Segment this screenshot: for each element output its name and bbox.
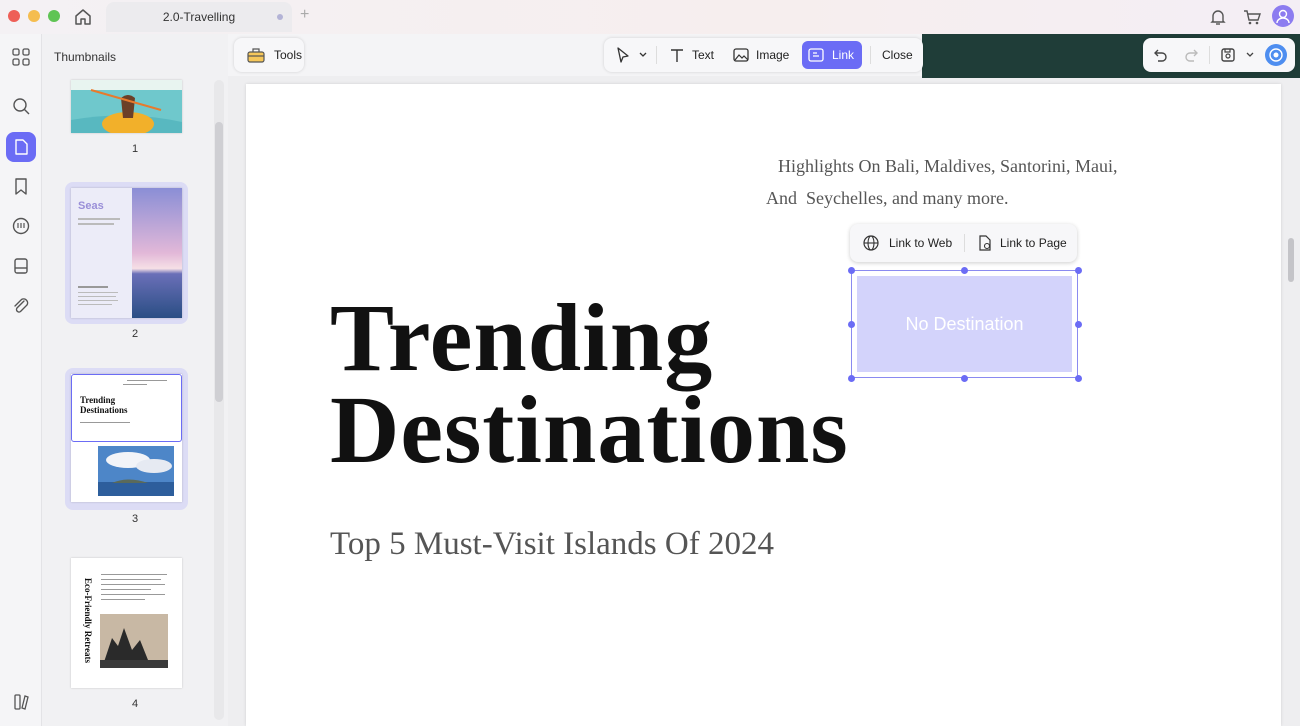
resize-handle[interactable] <box>1075 375 1082 382</box>
close-edit-label: Close <box>882 48 913 62</box>
thumbnail-number: 3 <box>131 513 139 525</box>
layers-icon[interactable] <box>10 691 32 713</box>
page-title: Trending Destinations <box>330 284 849 483</box>
document-tab[interactable]: 2.0-Travelling <box>106 2 292 32</box>
left-rail <box>0 34 42 726</box>
thumbnail-heading: Destinations <box>80 405 128 415</box>
link-icon <box>808 48 824 62</box>
notification-icon[interactable] <box>1207 6 1229 28</box>
scrollbar-thumb[interactable] <box>215 122 223 402</box>
thumbnail-page-1[interactable] <box>71 80 182 133</box>
rocks-photo <box>100 614 168 668</box>
highlights-line-2: And Seychelles, and many more. <box>766 188 1009 208</box>
close-edit-button[interactable]: Close <box>876 41 918 69</box>
select-tool-button[interactable] <box>610 41 652 69</box>
text-icon <box>671 49 683 62</box>
link-destination-placeholder: No Destination <box>905 314 1024 334</box>
page-scrollbar[interactable] <box>1288 238 1294 282</box>
resize-handle[interactable] <box>1075 267 1082 274</box>
link-to-page-button[interactable]: Link to Page <box>970 229 1072 257</box>
resize-handle[interactable] <box>848 267 855 274</box>
highlights-text: Highlights On Bali, Maldives, Santorini,… <box>766 150 1146 214</box>
document-page[interactable]: Highlights On Bali, Maldives, Santorini,… <box>246 84 1281 726</box>
edit-toolbar: Text Image Link Close <box>604 38 923 72</box>
link-to-web-label: Link to Web <box>889 236 953 250</box>
tools-label: Tools <box>274 48 303 62</box>
undo-icon[interactable] <box>1151 46 1169 64</box>
page-icon <box>10 136 32 158</box>
text-tool-label: Text <box>692 48 715 62</box>
kayak-photo <box>71 80 182 133</box>
chevron-down-icon[interactable] <box>1245 51 1255 59</box>
save-icon[interactable] <box>1219 46 1237 64</box>
resize-handle[interactable] <box>961 375 968 382</box>
page-subtitle: Top 5 Must-Visit Islands Of 2024 <box>330 526 774 562</box>
thumbnail-heading: Eco-Friendly Retreats <box>83 578 93 664</box>
minimize-window-button[interactable] <box>28 10 40 22</box>
redo-icon[interactable] <box>1183 46 1201 64</box>
resize-handle[interactable] <box>848 321 855 328</box>
title-line-2: Destinations <box>330 376 849 483</box>
comment-icon[interactable] <box>10 215 32 237</box>
globe-icon <box>863 235 879 251</box>
new-tab-button[interactable]: + <box>300 6 309 24</box>
grid-icon[interactable] <box>10 46 32 68</box>
link-to-web-button[interactable]: Link to Web <box>856 229 960 257</box>
link-options-popup: Link to Web Link to Page <box>850 224 1077 262</box>
thumbnail-number: 4 <box>131 698 139 710</box>
toolbox-icon <box>247 48 265 63</box>
home-icon[interactable] <box>72 6 94 28</box>
title-bar: 2.0-Travelling + <box>0 0 1300 34</box>
image-tool-label: Image <box>756 48 790 62</box>
thumbnail-number: 1 <box>131 143 139 155</box>
link-tool-button[interactable]: Link <box>802 41 862 69</box>
resize-handle[interactable] <box>1075 321 1082 328</box>
image-tool-button[interactable]: Image <box>728 41 792 69</box>
panel-title: Thumbnails <box>54 50 117 64</box>
thumbnail-page-3[interactable]: Trending Destinations <box>71 374 182 502</box>
title-line-1: Trending <box>330 284 714 391</box>
avatar[interactable] <box>1272 5 1294 27</box>
link-area[interactable]: No Destination <box>857 276 1072 372</box>
highlights-line-1: Highlights On Bali, Maldives, Santorini,… <box>778 156 1118 176</box>
chevron-down-icon <box>639 52 647 57</box>
text-tool-button[interactable]: Text <box>664 41 720 69</box>
close-window-button[interactable] <box>8 10 20 22</box>
tools-button[interactable]: Tools <box>234 38 304 72</box>
resize-handle[interactable] <box>961 267 968 274</box>
resize-handle[interactable] <box>848 375 855 382</box>
link-annotation-box[interactable]: No Destination <box>851 270 1078 378</box>
history-toolbar <box>1143 38 1295 72</box>
unsaved-dot <box>277 14 283 20</box>
tab-title: 2.0-Travelling <box>162 10 236 24</box>
thumbnail-number: 2 <box>131 328 139 340</box>
bookmark-icon[interactable] <box>10 175 32 197</box>
thumbnail-page-4[interactable]: Eco-Friendly Retreats <box>71 558 182 688</box>
divider <box>870 46 871 64</box>
thumbnail-heading: Seas <box>78 200 104 212</box>
page-link-icon <box>979 235 991 251</box>
thumbnail-page-2[interactable]: Seas <box>71 188 182 318</box>
attachment-icon[interactable] <box>10 295 32 317</box>
divider <box>1209 46 1210 64</box>
sunset-photo <box>132 188 182 318</box>
divider <box>656 46 657 64</box>
thumbnails-panel: Thumbnails 1 Seas 2 Trending Destination… <box>42 34 228 726</box>
zoom-window-button[interactable] <box>48 10 60 22</box>
image-icon <box>733 48 749 62</box>
link-to-page-label: Link to Page <box>1000 236 1067 250</box>
thumbnail-scrollbar[interactable] <box>214 80 224 720</box>
island-photo <box>98 446 174 496</box>
cursor-icon <box>617 47 629 63</box>
main-area: Tools Text Image Link Close Highlights O… <box>228 34 1300 726</box>
link-tool-label: Link <box>832 48 855 62</box>
divider <box>964 234 965 252</box>
cart-icon[interactable] <box>1241 6 1263 28</box>
stamp-icon[interactable] <box>10 255 32 277</box>
thumbnail-heading: Trending <box>80 395 116 405</box>
ai-assistant-icon[interactable] <box>1265 44 1287 66</box>
search-icon[interactable] <box>10 95 32 117</box>
